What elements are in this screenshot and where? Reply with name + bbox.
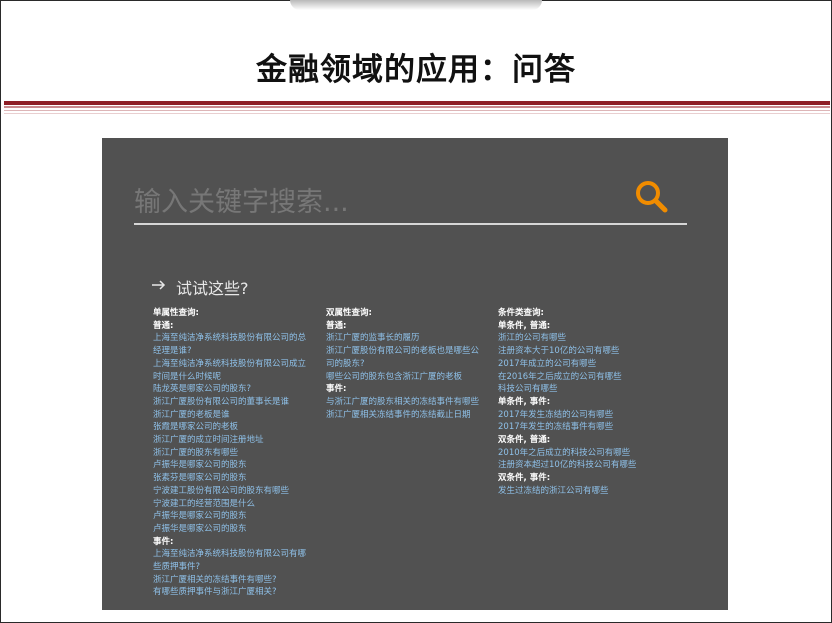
example-query-link[interactable]: 有哪些质押事件与浙江广厦相关? bbox=[153, 586, 306, 599]
example-query-link[interactable]: 卢振华是哪家公司的股东 bbox=[153, 459, 306, 472]
example-query-link[interactable]: 张霞是哪家公司的老板 bbox=[153, 421, 306, 434]
example-query-link[interactable]: 科技公司有哪些 bbox=[498, 383, 636, 396]
example-query-link[interactable]: 上海至纯洁净系统科技股份有限公司的总 bbox=[153, 332, 306, 345]
example-query-link[interactable]: 宁波建工股份有限公司的股东有哪些 bbox=[153, 485, 306, 498]
example-query-link[interactable]: 2017年发生的冻结事件有哪些 bbox=[498, 421, 636, 434]
section-heading: 事件: bbox=[326, 384, 347, 395]
search-underline bbox=[134, 223, 687, 225]
example-query-link[interactable]: 在2016年之后成立的公司有哪些 bbox=[498, 371, 636, 384]
example-query-link[interactable]: 卢振华是哪家公司的股东 bbox=[153, 523, 306, 536]
example-query-link[interactable]: 些质押事件? bbox=[153, 561, 306, 574]
section-heading: 单属性查询: bbox=[153, 308, 199, 318]
example-query-link[interactable]: 司的股东? bbox=[326, 358, 479, 371]
column-double-attribute: 双属性查询: 普通: 浙江广厦的监事长的履历 浙江广厦股份有限公司的老板也是哪些公 司的… bbox=[326, 307, 479, 421]
example-query-link[interactable]: 浙江广厦的股东有哪些 bbox=[153, 447, 306, 460]
example-query-link[interactable]: 注册资本超过10亿的科技公司有哪些 bbox=[498, 459, 636, 472]
example-query-link[interactable]: 浙江广厦相关的冻结事件有哪些? bbox=[153, 574, 306, 587]
section-heading: 普通: bbox=[153, 320, 174, 331]
example-query-link[interactable]: 卢振华是哪家公司的股东 bbox=[153, 510, 306, 523]
section-heading: 条件类查询: bbox=[498, 308, 544, 318]
example-query-link[interactable]: 上海至纯洁净系统科技股份有限公司有哪 bbox=[153, 548, 306, 561]
column-conditional: 条件类查询: 单条件, 普通: 浙江的公司有哪些 注册资本大于10亿的公司有哪些 201… bbox=[498, 307, 636, 498]
example-query-link[interactable]: 张素芬是哪家公司的股东 bbox=[153, 472, 306, 485]
section-heading: 双条件, 事件: bbox=[498, 473, 551, 484]
example-query-link[interactable]: 哪些公司的股东包含浙江广厦的老板 bbox=[326, 371, 479, 384]
example-query-link[interactable]: 2010年之后成立的科技公司有哪些 bbox=[498, 447, 636, 460]
example-query-link[interactable]: 上海至纯洁净系统科技股份有限公司成立 bbox=[153, 358, 306, 371]
arrow-right-icon bbox=[152, 280, 166, 290]
example-query-link[interactable]: 2017年发生冻结的公司有哪些 bbox=[498, 409, 636, 422]
example-query-link[interactable]: 浙江广厦相关冻结事件的冻结截止日期 bbox=[326, 409, 479, 422]
example-query-link[interactable]: 浙江广厦股份有限公司的董事长是谁 bbox=[153, 396, 306, 409]
example-query-link[interactable]: 浙江广厦的成立时间注册地址 bbox=[153, 434, 306, 447]
example-query-link[interactable]: 注册资本大于10亿的公司有哪些 bbox=[498, 345, 636, 358]
section-heading: 单条件, 普通: bbox=[498, 320, 551, 331]
try-these-label: 试试这些? bbox=[176, 279, 249, 298]
example-query-link[interactable]: 经理是谁? bbox=[153, 345, 306, 358]
top-shadow bbox=[290, 0, 542, 10]
example-query-link[interactable]: 浙江的公司有哪些 bbox=[498, 332, 636, 345]
section-heading: 双属性查询: bbox=[326, 308, 372, 318]
example-query-link[interactable]: 浙江广厦股份有限公司的老板也是哪些公 bbox=[326, 345, 479, 358]
example-query-link[interactable]: 与浙江广厦的股东相关的冻结事件有哪些 bbox=[326, 396, 479, 409]
example-query-link[interactable]: 时间是什么时候呢 bbox=[153, 371, 306, 384]
section-heading: 双条件, 普通: bbox=[498, 435, 551, 446]
title-divider bbox=[4, 101, 830, 118]
example-query-link[interactable]: 宁波建工的经营范围是什么 bbox=[153, 498, 306, 511]
section-heading: 单条件, 事件: bbox=[498, 396, 551, 407]
slide-title: 金融领域的应用：问答 bbox=[256, 52, 576, 88]
example-query-link[interactable]: 浙江广厦的老板是谁 bbox=[153, 409, 306, 422]
section-heading: 普通: bbox=[326, 320, 347, 331]
section-heading: 事件: bbox=[153, 536, 174, 547]
column-single-attribute: 单属性查询: 普通: 上海至纯洁净系统科技股份有限公司的总 经理是谁? 上海至纯洁净系统… bbox=[153, 307, 306, 599]
example-query-link[interactable]: 浙江广厦的监事长的履历 bbox=[326, 332, 479, 345]
search-icon[interactable] bbox=[633, 178, 669, 214]
example-query-link[interactable]: 2017年成立的公司有哪些 bbox=[498, 358, 636, 371]
search-input[interactable]: 输入关键字搜索... bbox=[134, 180, 349, 219]
example-query-link[interactable]: 陆龙英是哪家公司的股东? bbox=[153, 383, 306, 396]
example-query-link[interactable]: 发生过冻结的浙江公司有哪些 bbox=[498, 485, 636, 498]
